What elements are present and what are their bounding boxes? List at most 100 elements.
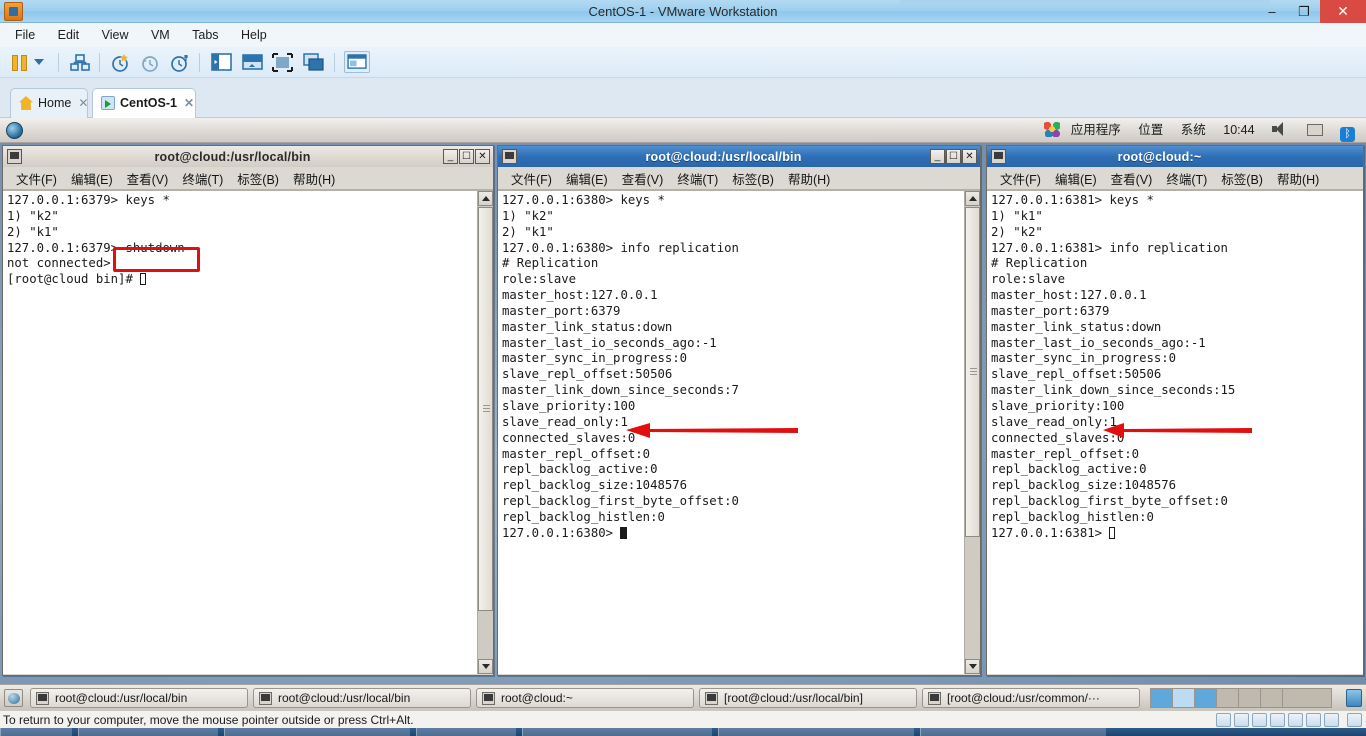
enter-fullscreen-icon[interactable]	[272, 53, 293, 73]
taskbar-item-2[interactable]: root@cloud:~	[476, 688, 694, 708]
windows-taskbar-item[interactable]	[920, 728, 1106, 736]
workspace-switcher[interactable]	[1150, 688, 1332, 708]
menu-vm[interactable]: VM	[142, 23, 179, 47]
terminal-menu-terminal[interactable]: 终端(T)	[1159, 169, 1214, 188]
terminal-left[interactable]: root@cloud:/usr/local/bin _ ☐ ✕ 文件(F) 编辑…	[2, 145, 494, 676]
windows-taskbar-item[interactable]	[416, 728, 516, 736]
workspace-3[interactable]	[1195, 689, 1217, 707]
menu-system[interactable]: 系统	[1174, 118, 1213, 143]
scroll-down-icon[interactable]	[478, 659, 493, 674]
window-maximize-button[interactable]: ❐	[1288, 0, 1320, 23]
terminal-menu-edit[interactable]: 编辑(E)	[1048, 169, 1104, 188]
terminal-middle-scrollbar[interactable]	[964, 191, 980, 674]
workspace-4[interactable]	[1217, 689, 1239, 707]
terminal-middle-titlebar[interactable]: root@cloud:/usr/local/bin _ ☐ ✕	[498, 146, 980, 167]
terminal-left-body[interactable]: 127.0.0.1:6379> keys * 1) "k2" 2) "k1" 1…	[3, 190, 493, 674]
cd-drive-icon[interactable]	[1234, 713, 1249, 727]
terminal-left-scrollbar[interactable]	[477, 191, 493, 674]
terminal-menu-tabs[interactable]: 标签(B)	[725, 169, 781, 188]
tab-home[interactable]: Home ✕	[10, 88, 88, 118]
terminal-menu-file[interactable]: 文件(F)	[993, 169, 1048, 188]
terminal-left-titlebar[interactable]: root@cloud:/usr/local/bin _ ☐ ✕	[3, 146, 493, 167]
hard-disk-icon[interactable]	[1216, 713, 1231, 727]
windows-taskbar-item[interactable]	[522, 728, 712, 736]
terminal-menu-help[interactable]: 帮助(H)	[1270, 169, 1326, 188]
terminal-menu-tabs[interactable]: 标签(B)	[230, 169, 286, 188]
terminal-middle-maximize-button[interactable]: ☐	[946, 149, 961, 164]
snapshot-manager-icon[interactable]	[70, 53, 90, 73]
terminal-left-maximize-button[interactable]: ☐	[459, 149, 474, 164]
terminal-middle-close-button[interactable]: ✕	[962, 149, 977, 164]
guest-screen[interactable]: 应用程序 位置 系统 10:44 ᛒ root@cloud:/usr/local…	[0, 118, 1366, 710]
terminal-menu-view[interactable]: 查看(V)	[1104, 169, 1160, 188]
manage-snapshots-icon[interactable]	[170, 53, 190, 73]
windows-taskbar-item[interactable]	[0, 728, 72, 736]
unity-mode-icon[interactable]	[303, 53, 324, 73]
terminal-menu-edit[interactable]: 编辑(E)	[559, 169, 615, 188]
dropdown-caret-icon[interactable]	[34, 59, 44, 65]
taskbar-item-1[interactable]: root@cloud:/usr/local/bin	[253, 688, 471, 708]
scrollbar-thumb[interactable]	[478, 207, 493, 611]
bluetooth-icon[interactable]: ᛒ	[1333, 118, 1362, 143]
tab-centos-1-close-icon[interactable]: ✕	[184, 96, 194, 110]
show-thumbnails-icon[interactable]	[242, 53, 263, 73]
terminal-menu-help[interactable]: 帮助(H)	[781, 169, 837, 188]
terminal-menu-edit[interactable]: 编辑(E)	[64, 169, 120, 188]
menu-places[interactable]: 位置	[1131, 118, 1170, 143]
terminal-middle[interactable]: root@cloud:/usr/local/bin _ ☐ ✕ 文件(F) 编辑…	[497, 145, 981, 676]
show-library-icon[interactable]	[211, 53, 232, 73]
terminal-left-close-button[interactable]: ✕	[475, 149, 490, 164]
terminal-menu-tabs[interactable]: 标签(B)	[1214, 169, 1270, 188]
workspace-6[interactable]	[1261, 689, 1283, 707]
scroll-up-icon[interactable]	[478, 191, 493, 206]
windows-taskbar-item[interactable]	[224, 728, 410, 736]
terminal-left-minimize-button[interactable]: _	[443, 149, 458, 164]
menu-file[interactable]: File	[6, 23, 44, 47]
printer-icon[interactable]	[1270, 713, 1285, 727]
show-desktop-button[interactable]	[4, 689, 23, 707]
terminal-middle-minimize-button[interactable]: _	[930, 149, 945, 164]
windows-taskbar-item[interactable]	[78, 728, 218, 736]
workspace-5[interactable]	[1239, 689, 1261, 707]
revert-snapshot-icon[interactable]	[140, 53, 160, 73]
menu-edit[interactable]: Edit	[49, 23, 89, 47]
trash-icon[interactable]	[1346, 689, 1362, 707]
tab-home-close-icon[interactable]: ✕	[78, 96, 88, 110]
desktop-globe-icon[interactable]	[6, 122, 23, 139]
panel-clock[interactable]: 10:44	[1216, 118, 1261, 143]
terminal-menu-terminal[interactable]: 终端(T)	[670, 169, 725, 188]
menu-view[interactable]: View	[93, 23, 138, 47]
workspace-2[interactable]	[1173, 689, 1195, 707]
usb-icon[interactable]	[1306, 713, 1321, 727]
terminal-menu-file[interactable]: 文件(F)	[504, 169, 559, 188]
workspace-7[interactable]	[1283, 689, 1305, 707]
window-close-button[interactable]: ✕	[1320, 0, 1366, 23]
scroll-up-icon[interactable]	[965, 191, 980, 206]
sound-card-icon[interactable]	[1288, 713, 1303, 727]
menu-help[interactable]: Help	[232, 23, 276, 47]
terminal-menu-terminal[interactable]: 终端(T)	[175, 169, 230, 188]
display-icon[interactable]	[1300, 118, 1330, 143]
take-snapshot-icon[interactable]	[110, 53, 130, 73]
taskbar-item-3[interactable]: [root@cloud:/usr/local/bin]	[699, 688, 917, 708]
windows-taskbar-item[interactable]	[718, 728, 914, 736]
console-view-icon[interactable]	[344, 51, 370, 73]
terminal-right[interactable]: root@cloud:~ _ ☐ ✕ 文件(F) 编辑(E) 查看(V) 终端(…	[986, 145, 1364, 676]
scrollbar-thumb[interactable]	[965, 207, 980, 537]
scroll-down-icon[interactable]	[965, 659, 980, 674]
display-settings-icon[interactable]	[1324, 713, 1339, 727]
terminal-middle-body[interactable]: 127.0.0.1:6380> keys * 1) "k2" 2) "k1" 1…	[498, 190, 980, 674]
windows-taskbar[interactable]	[0, 728, 1366, 736]
terminal-menu-help[interactable]: 帮助(H)	[286, 169, 342, 188]
terminal-menu-view[interactable]: 查看(V)	[120, 169, 176, 188]
tab-centos-1[interactable]: CentOS-1 ✕	[92, 88, 196, 118]
taskbar-item-4[interactable]: [root@cloud:/usr/common/···	[922, 688, 1140, 708]
network-adapter-icon[interactable]	[1252, 713, 1267, 727]
terminal-menu-file[interactable]: 文件(F)	[9, 169, 64, 188]
terminal-menu-view[interactable]: 查看(V)	[615, 169, 671, 188]
terminal-right-titlebar[interactable]: root@cloud:~ _ ☐ ✕	[987, 146, 1363, 167]
window-minimize-button[interactable]: –	[1256, 0, 1288, 23]
message-log-icon[interactable]	[1347, 713, 1362, 727]
taskbar-item-0[interactable]: root@cloud:/usr/local/bin	[30, 688, 248, 708]
menu-tabs[interactable]: Tabs	[183, 23, 227, 47]
